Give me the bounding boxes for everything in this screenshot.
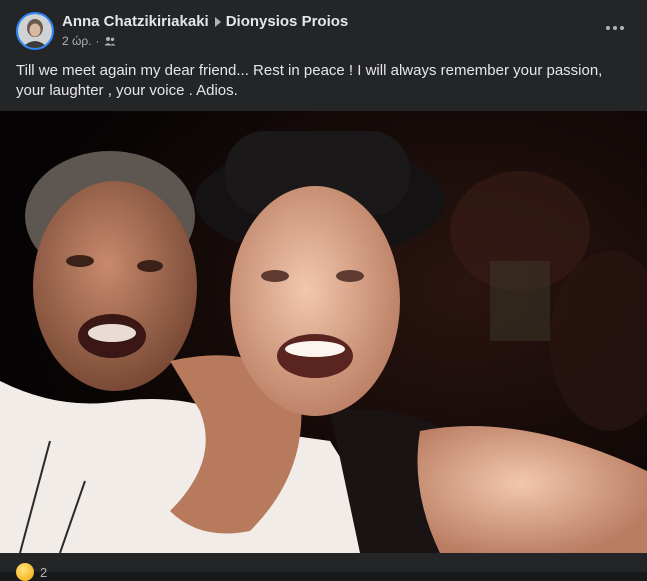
post-header: Anna Chatzikiriakaki Dionysios Proios 2 … (0, 0, 647, 60)
post-body-text: Till we meet again my dear friend... Res… (16, 62, 603, 99)
meta-separator: · (95, 34, 100, 48)
more-options-icon[interactable] (601, 18, 629, 38)
post-photo[interactable] (0, 111, 647, 553)
recipient-name[interactable]: Dionysios Proios (226, 13, 349, 30)
facebook-post: Anna Chatzikiriakaki Dionysios Proios 2 … (0, 0, 647, 581)
post-meta: 2 ώρ. · (62, 34, 116, 48)
post-names: Anna Chatzikiriakaki Dionysios Proios (62, 13, 348, 30)
author-avatar[interactable] (16, 12, 54, 50)
post-time[interactable]: 2 ώρ. (62, 34, 92, 48)
sad-face-icon (16, 563, 34, 581)
author-name[interactable]: Anna Chatzikiriakaki (62, 13, 209, 30)
avatar-image (18, 14, 52, 48)
reactions-summary[interactable]: 2 (16, 563, 47, 581)
post-footer: 2 (0, 553, 647, 581)
reaction-count: 2 (40, 564, 48, 580)
friends-icon[interactable] (104, 36, 116, 46)
shared-to-arrow-icon (214, 16, 221, 27)
